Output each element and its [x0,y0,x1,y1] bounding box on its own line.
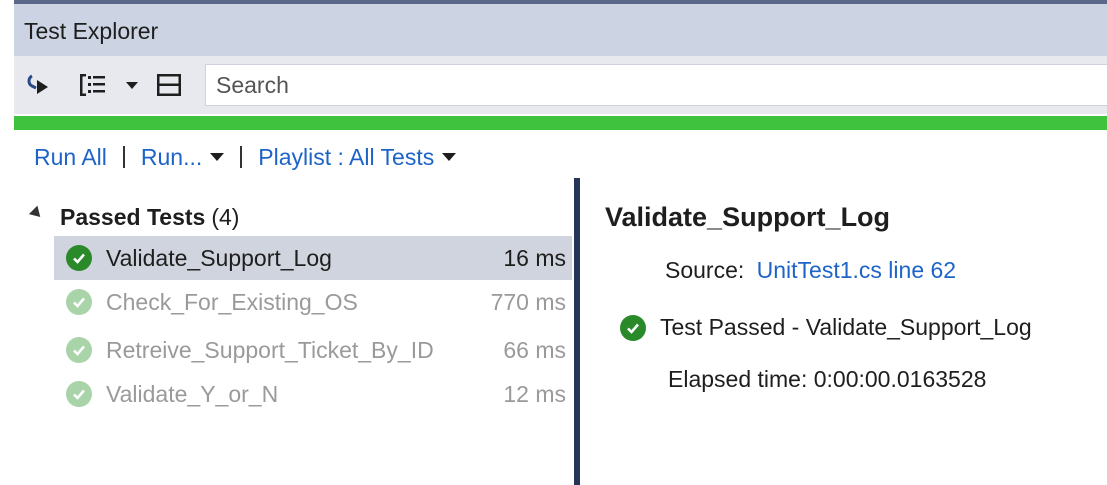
source-link[interactable]: UnitTest1.cs line 62 [757,257,956,283]
run-all-button[interactable]: Run All [34,144,107,171]
result-line: Test Passed - Validate_Support_Log [620,314,1032,341]
separator [122,146,125,168]
title-bar: Test Explorer [14,0,1107,56]
test-row[interactable]: Retreive_Support_Ticket_By_ID 66 ms [54,328,572,372]
source-label: Source: [665,257,745,283]
test-duration: 12 ms [503,380,566,407]
group-header-passed[interactable]: Passed Tests (4) [28,202,240,232]
command-bar: Run All Run... Playlist : All Tests [34,140,457,174]
test-name: Validate_Support_Log [106,244,332,271]
expand-triangle-icon[interactable] [28,205,45,222]
group-title: Passed Tests [60,203,206,230]
passed-check-icon [66,245,92,271]
group-by-icon[interactable] [76,68,110,102]
source-line: Source: UnitTest1.cs line 62 [665,257,956,284]
playlist-icon[interactable] [152,68,186,102]
chevron-down-icon [210,153,225,161]
playlist-dropdown-button[interactable]: Playlist : All Tests [258,143,457,171]
test-row[interactable]: Validate_Y_or_N 12 ms [54,372,572,416]
progress-fill [14,116,1107,130]
test-detail-pane: Validate_Support_Log Source: UnitTest1.c… [580,182,1107,485]
run-test-icon[interactable] [24,68,54,102]
chevron-down-icon [442,153,457,161]
elapsed-time: Elapsed time: 0:00:00.0163528 [668,366,987,392]
result-text: Test Passed - Validate_Support_Log [660,314,1032,340]
run-dropdown-button[interactable]: Run... [140,143,225,171]
test-row[interactable]: Validate_Support_Log 16 ms [54,236,572,280]
passed-check-icon [620,314,646,341]
test-name: Check_For_Existing_OS [106,288,358,315]
test-row[interactable]: Check_For_Existing_OS 770 ms [54,280,572,324]
passed-check-icon [66,289,92,315]
test-progress-bar [14,116,1107,130]
dropdown-caret-icon[interactable] [122,68,142,102]
search-input[interactable] [206,65,1107,105]
passed-check-icon [66,337,92,363]
playlist-label: Playlist : All Tests [258,143,435,170]
test-name: Retreive_Support_Ticket_By_ID [106,336,434,363]
run-label: Run... [140,143,203,170]
window-title: Test Explorer [24,18,159,44]
test-list-pane: Passed Tests (4) Validate_Support_Log 16… [14,182,574,485]
toolbar [14,56,1107,114]
group-count: (4) [211,203,240,230]
search-box[interactable] [205,64,1107,106]
detail-title: Validate_Support_Log [605,202,891,232]
test-duration: 16 ms [503,244,566,271]
test-name: Validate_Y_or_N [106,380,279,407]
test-duration: 66 ms [503,336,566,363]
passed-check-icon [66,381,92,407]
test-duration: 770 ms [490,288,566,315]
separator [240,146,243,168]
